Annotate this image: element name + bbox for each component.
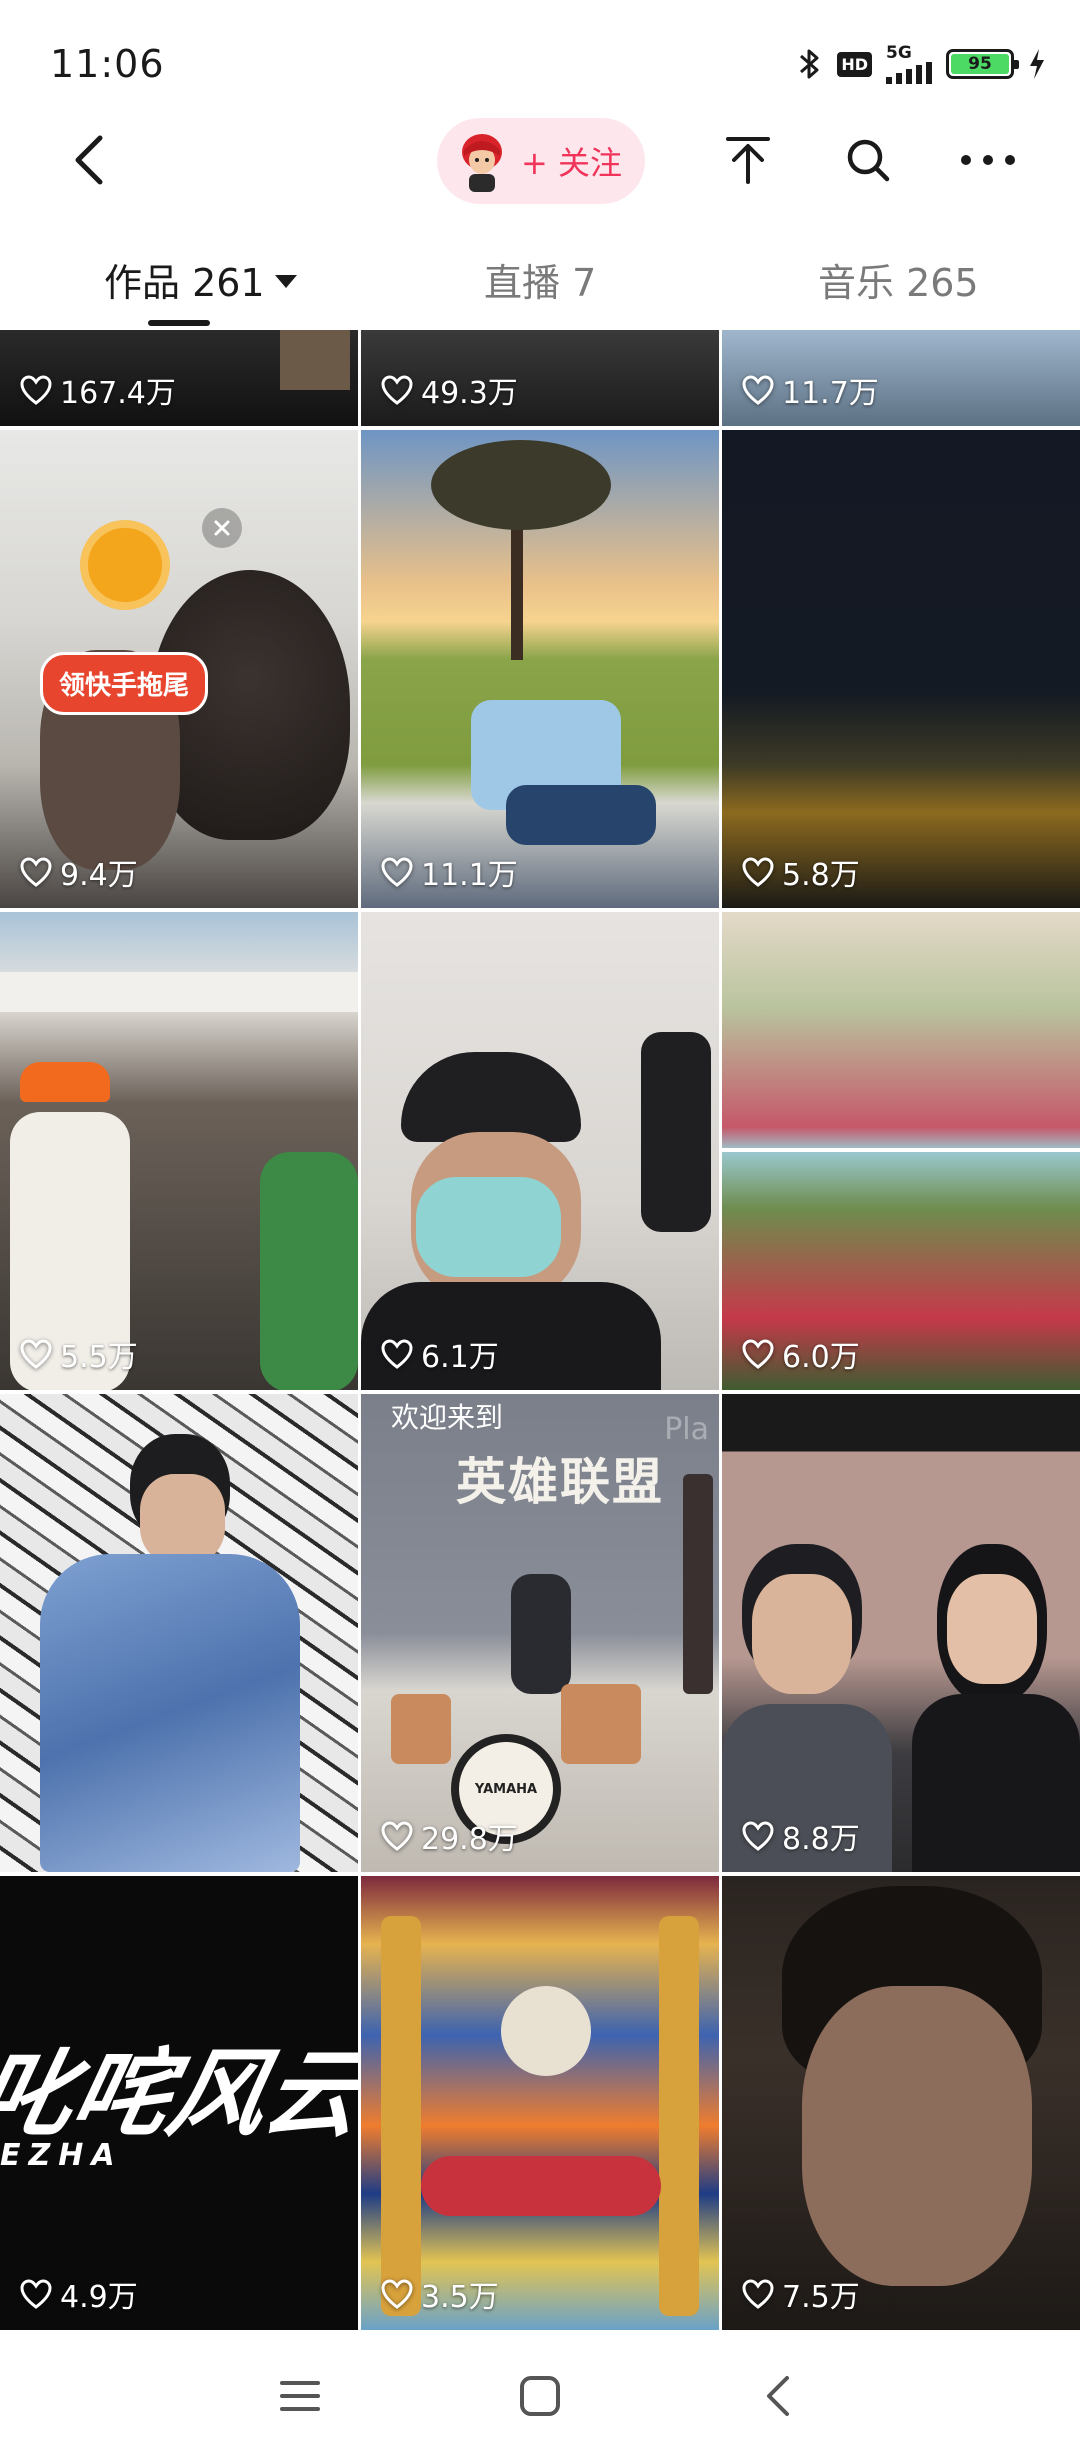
likes-count: 4.9万 [20,2272,138,2316]
tab-live[interactable]: 直播 7 [484,252,596,307]
promo-badge[interactable]: 领快手拖尾 [40,652,209,715]
heart-icon [742,1821,774,1851]
video-grid: 167.4万 49.3万 11.7万 领快手拖尾 9.4万 11.1万 5.8万… [0,330,1080,2330]
tab-music[interactable]: 音乐 265 [818,252,979,307]
close-button[interactable] [202,508,242,548]
status-bar: 11:06 HD 5G 95 [0,0,1080,110]
video-caption: 欢迎来到 [391,1401,504,1434]
drum-brand: YAMAHA [474,1781,538,1797]
likes-count: 5.5万 [20,1332,138,1376]
heart-icon [20,1339,52,1369]
video-tile[interactable]: 领快手拖尾 9.4万 [0,430,358,908]
battery-icon: 95 [946,44,1019,84]
video-tile[interactable]: 6.1万 [361,912,719,1390]
profile-tabs: 作品 261 直播 7 音乐 265 [0,232,1080,328]
likes-count: 5.8万 [742,850,860,894]
likes-count: 167.4万 [20,368,176,412]
video-art-title: 叱咤风云 [0,2038,358,2150]
heart-icon [381,1339,413,1369]
video-tile[interactable]: 5.5万 [0,912,358,1390]
video-title: 英雄联盟 [456,1452,664,1511]
more-icon [961,155,1015,165]
more-button[interactable] [960,132,1016,188]
likes-count: 6.0万 [742,1332,860,1376]
likes-count: 8.8万 [742,1814,860,1858]
tab-works[interactable]: 作品 261 [104,252,297,307]
likes-count: 3.5万 [381,2272,499,2316]
nav-back-button[interactable] [746,2364,810,2428]
heart-icon [742,1339,774,1369]
heart-icon [742,375,774,405]
back-button[interactable] [60,130,120,190]
video-tile[interactable]: 3.5万 [361,1876,719,2330]
likes-count: 6.1万 [381,1332,499,1376]
home-button[interactable] [508,2364,572,2428]
video-tile[interactable]: 7.5万 [722,1876,1080,2330]
header: + 关注 [0,110,1080,210]
video-tile[interactable]: 6.0万 [722,912,1080,1390]
avatar [455,130,509,192]
likes-count: 29.8万 [381,1814,518,1858]
close-icon [214,520,230,536]
heart-icon [20,857,52,887]
home-icon [520,2376,560,2416]
back-icon [767,2376,789,2416]
scroll-to-top-button[interactable] [720,132,776,188]
hd-icon: HD [837,44,872,84]
search-button[interactable] [840,132,896,188]
menu-icon [280,2381,320,2411]
scroll-to-top-icon [726,137,770,184]
video-art-subtitle: EZHA [0,2138,123,2173]
video-tile[interactable]: 167.4万 [0,330,358,426]
heart-icon [20,2279,52,2309]
bluetooth-icon [797,44,823,84]
signal-icon: 5G [886,44,932,84]
back-icon [75,135,103,185]
heart-icon [381,857,413,887]
video-tile[interactable]: 8.8万 [722,1394,1080,1872]
tab-active-indicator [148,320,210,326]
video-tile[interactable]: 49.3万 [361,330,719,426]
heart-icon [381,1821,413,1851]
heart-icon [381,375,413,405]
follow-button[interactable]: + 关注 [437,118,645,204]
video-tile[interactable] [0,1394,358,1872]
charging-icon [1028,44,1046,84]
likes-count: 49.3万 [381,368,518,412]
video-tile[interactable]: 叱咤风云 EZHA 4.9万 [0,1876,358,2330]
heart-icon [20,375,52,405]
status-time: 11:06 [50,42,165,86]
caret-down-icon [274,275,297,288]
video-tile[interactable]: 欢迎来到 Pla 英雄联盟 YAMAHA 29.8万 [361,1394,719,1872]
promo-coin-icon [80,520,170,610]
video-tile[interactable]: 5.8万 [722,430,1080,908]
likes-count: 11.1万 [381,850,518,894]
heart-icon [742,2279,774,2309]
menu-button[interactable] [268,2364,332,2428]
search-icon [847,139,890,182]
system-nav-bar [0,2330,1080,2460]
likes-count: 9.4万 [20,850,138,894]
heart-icon [381,2279,413,2309]
likes-count: 7.5万 [742,2272,860,2316]
likes-count: 11.7万 [742,368,879,412]
video-corner-text: Pla [664,1412,709,1447]
video-tile[interactable]: 11.1万 [361,430,719,908]
follow-label: + 关注 [521,144,622,182]
video-tile[interactable]: 11.7万 [722,330,1080,426]
heart-icon [742,857,774,887]
status-icons: HD 5G 95 [797,44,1046,84]
